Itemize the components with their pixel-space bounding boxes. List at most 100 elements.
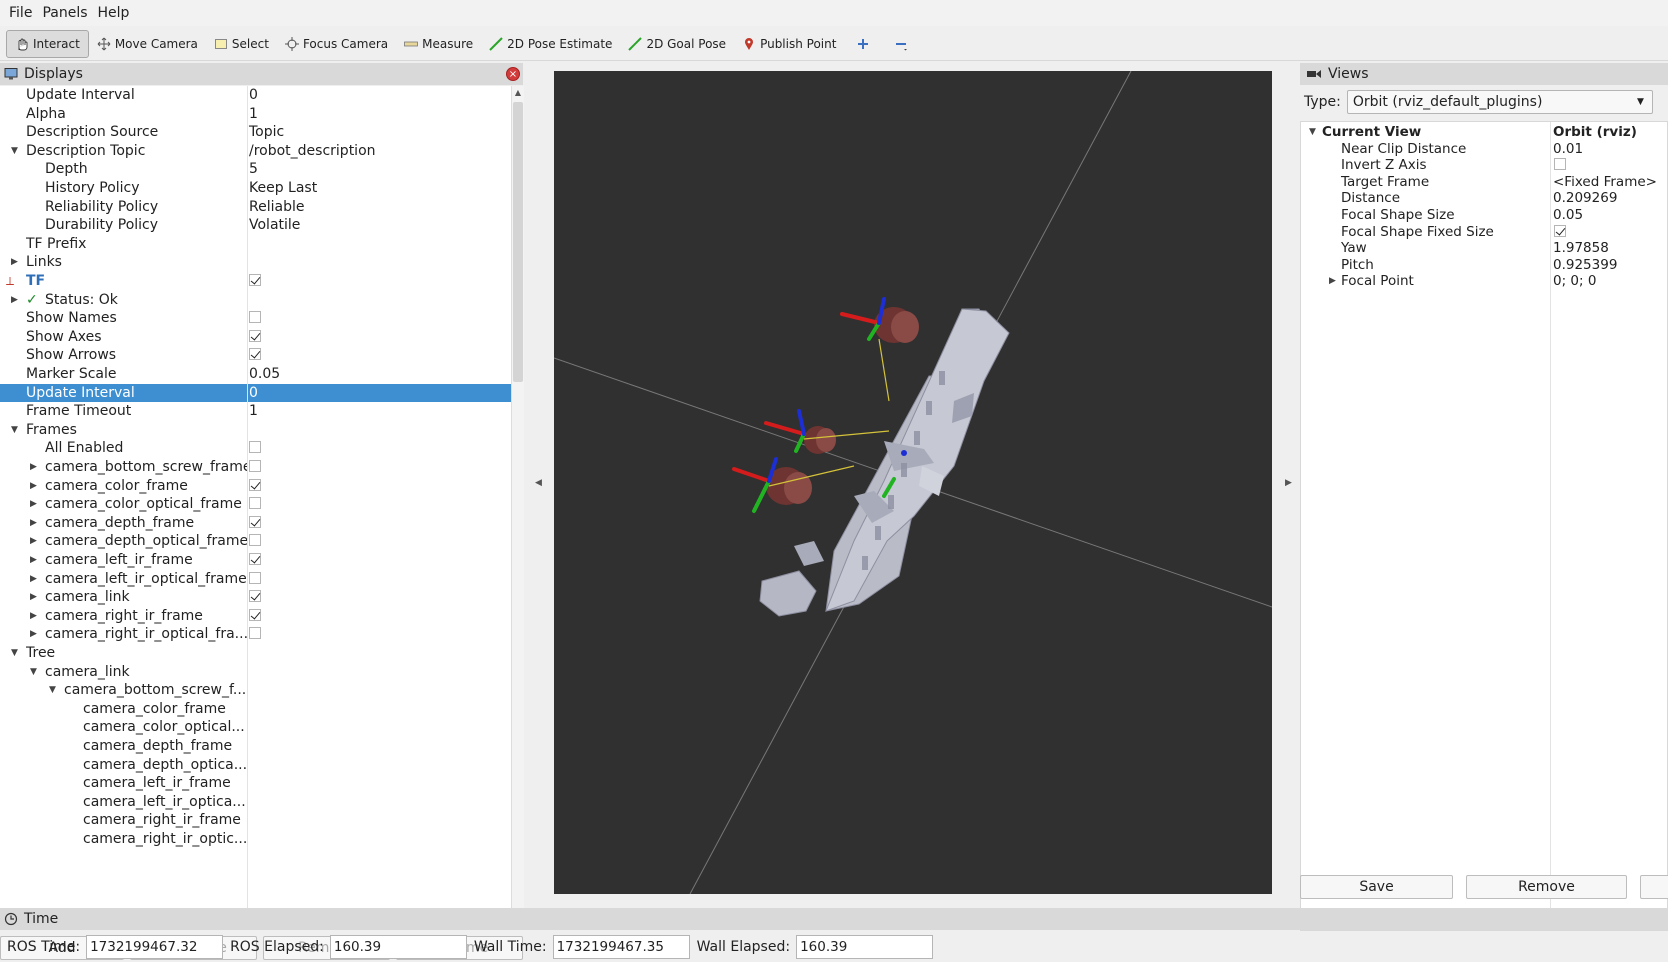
expand-arrow-right-icon[interactable]: ▶: [30, 514, 37, 533]
display-row[interactable]: Reliability Policy Reliable: [0, 198, 511, 217]
view-property-row[interactable]: Distance 0.209269: [1301, 190, 1668, 207]
select-button[interactable]: Select: [206, 30, 277, 58]
view-property-value[interactable]: 1.97858: [1553, 240, 1609, 257]
display-row-value[interactable]: 0: [249, 86, 258, 105]
display-row[interactable]: ▶ camera_left_ir_frame: [0, 551, 511, 570]
display-row-checkbox[interactable]: [249, 627, 261, 640]
view-property-value[interactable]: <Fixed Frame>: [1553, 174, 1657, 191]
view-property-row[interactable]: Focal Shape Fixed Size: [1301, 224, 1668, 241]
ros-time-field[interactable]: 1732199467.32: [86, 935, 224, 959]
scrollbar-thumb[interactable]: [513, 102, 523, 382]
publish-point-button[interactable]: Publish Point: [734, 30, 844, 58]
display-row[interactable]: ▶ ✓ Status: Ok: [0, 291, 511, 310]
expand-arrow-right-icon[interactable]: ▶: [30, 551, 37, 570]
display-row-value[interactable]: Volatile: [249, 216, 300, 235]
display-row-value[interactable]: 1: [249, 402, 258, 421]
display-row-value[interactable]: /robot_description: [249, 142, 376, 161]
vertical-scrollbar[interactable]: ▲ ▼: [511, 86, 524, 926]
display-row-checkbox[interactable]: [249, 571, 261, 584]
display-row[interactable]: History Policy Keep Last: [0, 179, 511, 198]
display-row-checkbox[interactable]: [249, 497, 261, 510]
display-row[interactable]: ⟂ TF: [0, 272, 511, 291]
view-type-select[interactable]: Orbit (rviz_default_plugins) ▼: [1346, 90, 1653, 114]
display-row[interactable]: Frame Timeout 1: [0, 402, 511, 421]
expand-arrow-right-icon[interactable]: ▶: [30, 588, 37, 607]
view-property-row[interactable]: Focal Shape Size 0.05: [1301, 207, 1668, 224]
display-row[interactable]: All Enabled: [0, 439, 511, 458]
display-row[interactable]: TF Prefix: [0, 235, 511, 254]
expand-arrow-right-icon[interactable]: ▶: [30, 458, 37, 477]
expand-arrow-right-icon[interactable]: ▶: [30, 495, 37, 514]
display-row-checkbox[interactable]: [249, 478, 261, 491]
display-row-checkbox[interactable]: [249, 553, 261, 565]
ros-elapsed-field[interactable]: 160.39: [329, 935, 467, 959]
display-row[interactable]: ▶ camera_bottom_screw_frame: [0, 458, 511, 477]
overflow-view-button[interactable]: [1640, 875, 1668, 899]
save-view-button[interactable]: Save: [1300, 875, 1453, 899]
display-row[interactable]: camera_right_ir_optic...: [0, 830, 511, 849]
display-row-value[interactable]: Keep Last: [249, 179, 317, 198]
display-row-checkbox[interactable]: [249, 534, 261, 547]
display-row-checkbox[interactable]: [249, 590, 261, 603]
remove-tool-button[interactable]: [882, 30, 920, 58]
3d-viewport[interactable]: [553, 70, 1273, 895]
display-row[interactable]: ▼ Tree: [0, 644, 511, 663]
display-row[interactable]: ▼ camera_link: [0, 663, 511, 682]
menu-help[interactable]: Help: [93, 5, 135, 21]
display-row[interactable]: ▶ Links: [0, 253, 511, 272]
view-property-value[interactable]: Orbit (rviz): [1553, 124, 1637, 141]
display-row[interactable]: camera_depth_optica...: [0, 756, 511, 775]
display-row[interactable]: camera_right_ir_frame: [0, 811, 511, 830]
view-property-row[interactable]: Pitch 0.925399: [1301, 257, 1668, 274]
display-row[interactable]: Description Source Topic: [0, 123, 511, 142]
view-properties-tree[interactable]: ▼ Current View Orbit (rviz) Near Clip Dista…: [1300, 121, 1668, 931]
display-row[interactable]: Show Axes: [0, 328, 511, 347]
goal-pose-button[interactable]: 2D Goal Pose: [620, 30, 734, 58]
expand-arrow-down-icon[interactable]: ▼: [1309, 124, 1316, 141]
expand-arrow-right-icon[interactable]: ▶: [30, 625, 37, 644]
expand-arrow-down-icon[interactable]: ▼: [11, 421, 18, 440]
display-row[interactable]: camera_left_ir_optica...: [0, 793, 511, 812]
add-tool-button[interactable]: [844, 30, 882, 58]
view-property-row[interactable]: ▼ Current View Orbit (rviz): [1301, 124, 1668, 141]
view-property-row[interactable]: Target Frame <Fixed Frame>: [1301, 174, 1668, 191]
expand-arrow-right-icon[interactable]: ▶: [30, 570, 37, 589]
display-row[interactable]: ▼ Description Topic/robot_description: [0, 142, 511, 161]
move-camera-button[interactable]: Move Camera: [89, 30, 206, 58]
wall-time-field[interactable]: 1732199467.35: [552, 935, 690, 959]
display-row[interactable]: ▶ camera_right_ir_frame: [0, 607, 511, 626]
display-row-value[interactable]: Topic: [249, 123, 284, 142]
expand-arrow-right-icon[interactable]: ▶: [1329, 273, 1336, 290]
expand-arrow-down-icon[interactable]: ▼: [11, 142, 18, 161]
display-row[interactable]: camera_depth_frame: [0, 737, 511, 756]
wall-elapsed-field[interactable]: 160.39: [796, 935, 934, 959]
display-row-checkbox[interactable]: [249, 274, 261, 286]
display-row-checkbox[interactable]: [249, 348, 261, 361]
expand-arrow-right-icon[interactable]: ▶: [11, 253, 18, 272]
left-splitter-handle[interactable]: ◀: [535, 478, 542, 488]
display-row-value[interactable]: 0: [249, 384, 258, 403]
measure-button[interactable]: Measure: [396, 30, 481, 58]
display-row[interactable]: Marker Scale 0.05: [0, 365, 511, 384]
display-row[interactable]: Durability Policy Volatile: [0, 216, 511, 235]
display-row[interactable]: ▶ camera_right_ir_optical_fra...: [0, 625, 511, 644]
menu-panels[interactable]: Panels: [37, 5, 92, 21]
display-row[interactable]: Show Arrows: [0, 346, 511, 365]
display-row[interactable]: Show Names: [0, 309, 511, 328]
display-row[interactable]: Update Interval 0: [0, 86, 511, 105]
right-splitter-handle[interactable]: ▶: [1285, 478, 1292, 488]
remove-view-button[interactable]: Remove: [1466, 875, 1627, 899]
display-row-value[interactable]: 0.05: [249, 365, 280, 384]
display-row[interactable]: ▶ camera_depth_optical_frame: [0, 532, 511, 551]
expand-arrow-right-icon[interactable]: ▶: [30, 607, 37, 626]
expand-arrow-right-icon[interactable]: ▶: [30, 532, 37, 551]
expand-arrow-down-icon[interactable]: ▼: [49, 681, 56, 700]
view-property-value[interactable]: 0.209269: [1553, 190, 1617, 207]
view-property-row[interactable]: ▶ Focal Point 0; 0; 0: [1301, 273, 1668, 290]
display-row[interactable]: camera_color_optical...: [0, 718, 511, 737]
view-property-value[interactable]: 0.925399: [1553, 257, 1617, 274]
expand-arrow-right-icon[interactable]: ▶: [30, 477, 37, 496]
menu-file[interactable]: File: [4, 5, 37, 21]
expand-arrow-down-icon[interactable]: ▼: [11, 644, 18, 663]
view-property-row[interactable]: Near Clip Distance 0.01: [1301, 141, 1668, 158]
